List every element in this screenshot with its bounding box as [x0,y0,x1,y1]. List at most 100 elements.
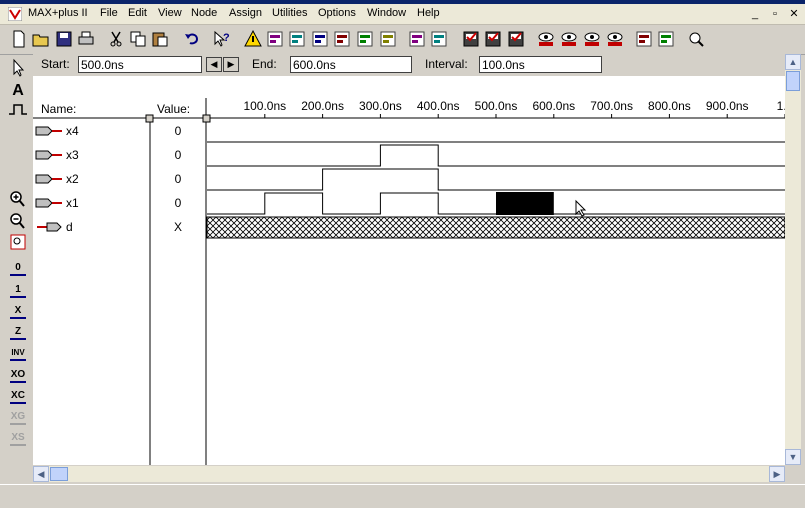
text-tool-icon[interactable]: A [6,79,30,99]
signal-value: 0 [175,196,182,210]
scroll-time-buttons: ◀ ▶ [206,57,240,72]
compiler-icon[interactable] [287,29,307,49]
scroll-up-icon[interactable]: ▲ [785,54,801,70]
project-save-simulate-icon[interactable] [506,29,526,49]
signal-name[interactable]: x3 [66,148,79,162]
column-resize-handle[interactable] [202,114,211,123]
overwrite-count-icon[interactable]: XO [6,366,30,386]
minimize-button[interactable]: _ [747,7,763,21]
arrow-left-icon[interactable]: ◀ [206,57,222,72]
selection-block[interactable] [496,192,554,215]
signal-value: X [174,220,182,234]
menu-options[interactable]: Options [318,7,356,19]
horizontal-scroll-thumb[interactable] [50,467,68,481]
signal-name[interactable]: x1 [66,196,79,210]
horizontal-scrollbar[interactable]: ◀ ▶ [33,466,785,482]
scroll-corner [785,466,801,482]
waveform-trace [207,144,785,167]
set-z-icon[interactable]: Z [6,323,30,343]
menu-help[interactable]: Help [417,7,440,19]
invert-icon[interactable]: INV [6,344,30,364]
menu-edit[interactable]: Edit [128,7,147,19]
scroll-down-icon[interactable]: ▼ [785,449,801,465]
interval-label: Interval: [425,57,468,71]
signal-row-x4[interactable]: x4 0 [35,124,785,143]
end-field[interactable]: 600.0ns [290,56,412,73]
output-pin-icon [37,222,62,232]
undo-icon[interactable] [182,29,202,49]
signal-name[interactable]: x2 [66,172,79,186]
warning-icon[interactable] [243,29,263,49]
pointer-icon[interactable] [6,58,30,78]
copy-icon[interactable] [128,29,148,49]
symbol-editor-icon[interactable] [407,29,427,49]
input-pin-icon [35,198,62,208]
input-pin-icon [35,126,62,136]
menu-assign[interactable]: Assign [229,7,262,19]
maxplus-app-icon[interactable] [8,7,22,21]
fit-window-icon[interactable] [6,232,30,252]
toolbar: ? [0,25,805,55]
eye-arrow-icon[interactable] [582,29,602,49]
menu-utilities[interactable]: Utilities [272,7,307,19]
floorplan-alt-icon[interactable] [656,29,676,49]
signal-row-x1[interactable]: x1 0 [35,192,785,215]
vertical-scrollbar[interactable]: ▲ ▼ [785,54,801,465]
floorplan-icon[interactable] [634,29,654,49]
programmer-icon[interactable] [355,29,375,49]
zoom-in-icon[interactable] [6,189,30,209]
overwrite-group-icon[interactable]: XG [6,408,30,428]
column-resize-handle[interactable] [145,114,154,123]
eye-list-icon[interactable] [605,29,625,49]
svg-text:A: A [12,82,24,99]
graphic-editor-icon[interactable] [378,29,398,49]
save-icon[interactable] [54,29,74,49]
waveform-edit-icon[interactable] [6,100,30,120]
set-x-icon[interactable]: X [6,302,30,322]
context-help-icon[interactable]: ? [212,29,232,49]
scroll-left-icon[interactable]: ◀ [33,466,49,482]
start-field[interactable]: 500.0ns [78,56,202,73]
cut-icon[interactable] [106,29,126,49]
signal-value: 0 [175,148,182,162]
zoom-out-icon[interactable] [6,211,30,231]
eye-ab-icon[interactable] [559,29,579,49]
signal-row-x3[interactable]: x3 0 [35,144,785,167]
time-tick-label: 900.0ns [706,99,749,113]
signal-name[interactable]: d [66,220,73,234]
time-tick-label: 700.0ns [590,99,633,113]
waveform-canvas[interactable]: Name: Value: 100.0ns 200.0ns 300.0ns 400.0ns 5… [33,76,785,465]
timing-analyzer-icon[interactable] [332,29,352,49]
overwrite-sequence-icon[interactable]: XS [6,429,30,449]
new-icon[interactable] [9,29,29,49]
paste-icon[interactable] [150,29,170,49]
overwrite-clock-icon[interactable]: XC [6,387,30,407]
restore-button[interactable]: ▫ [767,7,783,21]
menu-window[interactable]: Window [367,7,406,19]
eye-icon[interactable] [536,29,556,49]
time-tick-label: 1.0 [777,99,785,113]
text-editor-icon[interactable] [429,29,449,49]
set-1-icon[interactable]: 1 [6,281,30,301]
menu-node[interactable]: Node [191,7,217,19]
signal-name[interactable]: x4 [66,124,79,138]
svg-text:XC: XC [11,390,25,401]
signal-value: 0 [175,172,182,186]
project-save-compile-icon[interactable] [483,29,503,49]
simulator-icon[interactable] [310,29,330,49]
project-save-check-icon[interactable] [461,29,481,49]
hierarchy-icon[interactable] [265,29,285,49]
zoom-window-icon[interactable] [686,29,706,49]
menu-file[interactable]: File [100,7,118,19]
vertical-scroll-thumb[interactable] [786,71,800,91]
interval-field[interactable]: 100.0ns [479,56,602,73]
signal-row-x2[interactable]: x2 0 [35,168,785,191]
set-0-icon[interactable]: 0 [6,259,30,279]
signal-row-d[interactable]: dX [37,216,785,239]
scroll-right-icon[interactable]: ▶ [769,466,785,482]
open-icon[interactable] [31,29,51,49]
close-button[interactable]: ✕ [786,7,802,21]
menu-view[interactable]: View [158,7,182,19]
print-icon[interactable] [76,29,96,49]
arrow-right-icon[interactable]: ▶ [223,57,239,72]
